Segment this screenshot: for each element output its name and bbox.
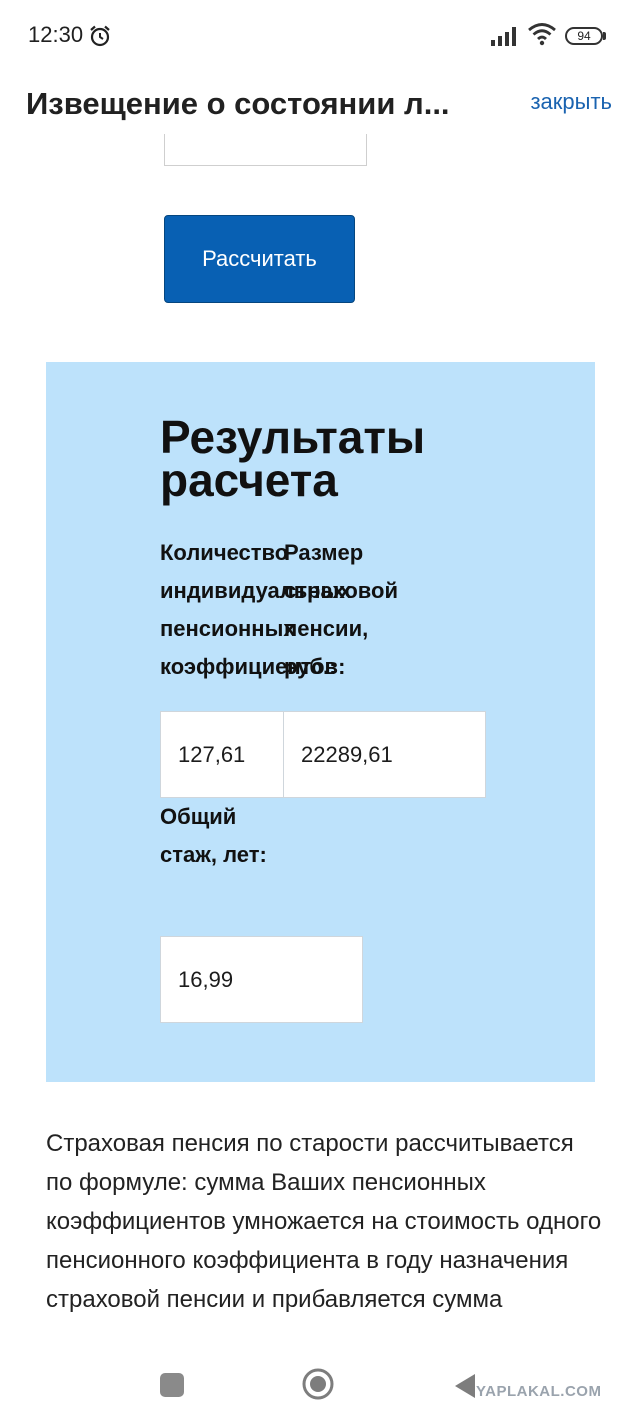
watermark: YAPLAKAL.COM [476, 1383, 602, 1400]
circle-icon[interactable] [301, 1367, 335, 1401]
battery-tip [603, 32, 606, 40]
previous-input-field[interactable] [164, 134, 367, 166]
wifi-icon [528, 23, 556, 46]
triangle-back-icon[interactable] [453, 1372, 477, 1400]
close-link[interactable]: закрыть [530, 89, 612, 115]
pension-size-label: Размер страховой пенсии, руб.: [284, 540, 399, 679]
status-time: 12:30 [28, 22, 84, 47]
pension-size-value-field: 22289,61 [283, 711, 486, 798]
ipk-value-field: 127,61 [160, 711, 284, 798]
cellular-signal-icon [491, 27, 516, 46]
status-bar: 12:30 94 [0, 0, 640, 72]
square-icon[interactable] [160, 1373, 184, 1397]
results-panel: Результаты расчета Количество индивидуал… [46, 362, 595, 1082]
alarm-clock-icon [90, 25, 110, 47]
page-title: Извещение о состоянии л... [26, 86, 450, 121]
formula-description: Страховая пенсия по старости рассчитывае… [46, 1130, 602, 1313]
total-experience-label: Общий стаж, лет: [160, 804, 267, 867]
app-header: Извещение о состоянии л... закрыть [0, 72, 640, 134]
total-experience-value-field: 16,99 [160, 936, 363, 1023]
battery-indicator: 94 [565, 27, 603, 45]
results-title: Результаты расчета [160, 411, 426, 506]
calculate-button[interactable]: Рассчитать [164, 215, 355, 303]
